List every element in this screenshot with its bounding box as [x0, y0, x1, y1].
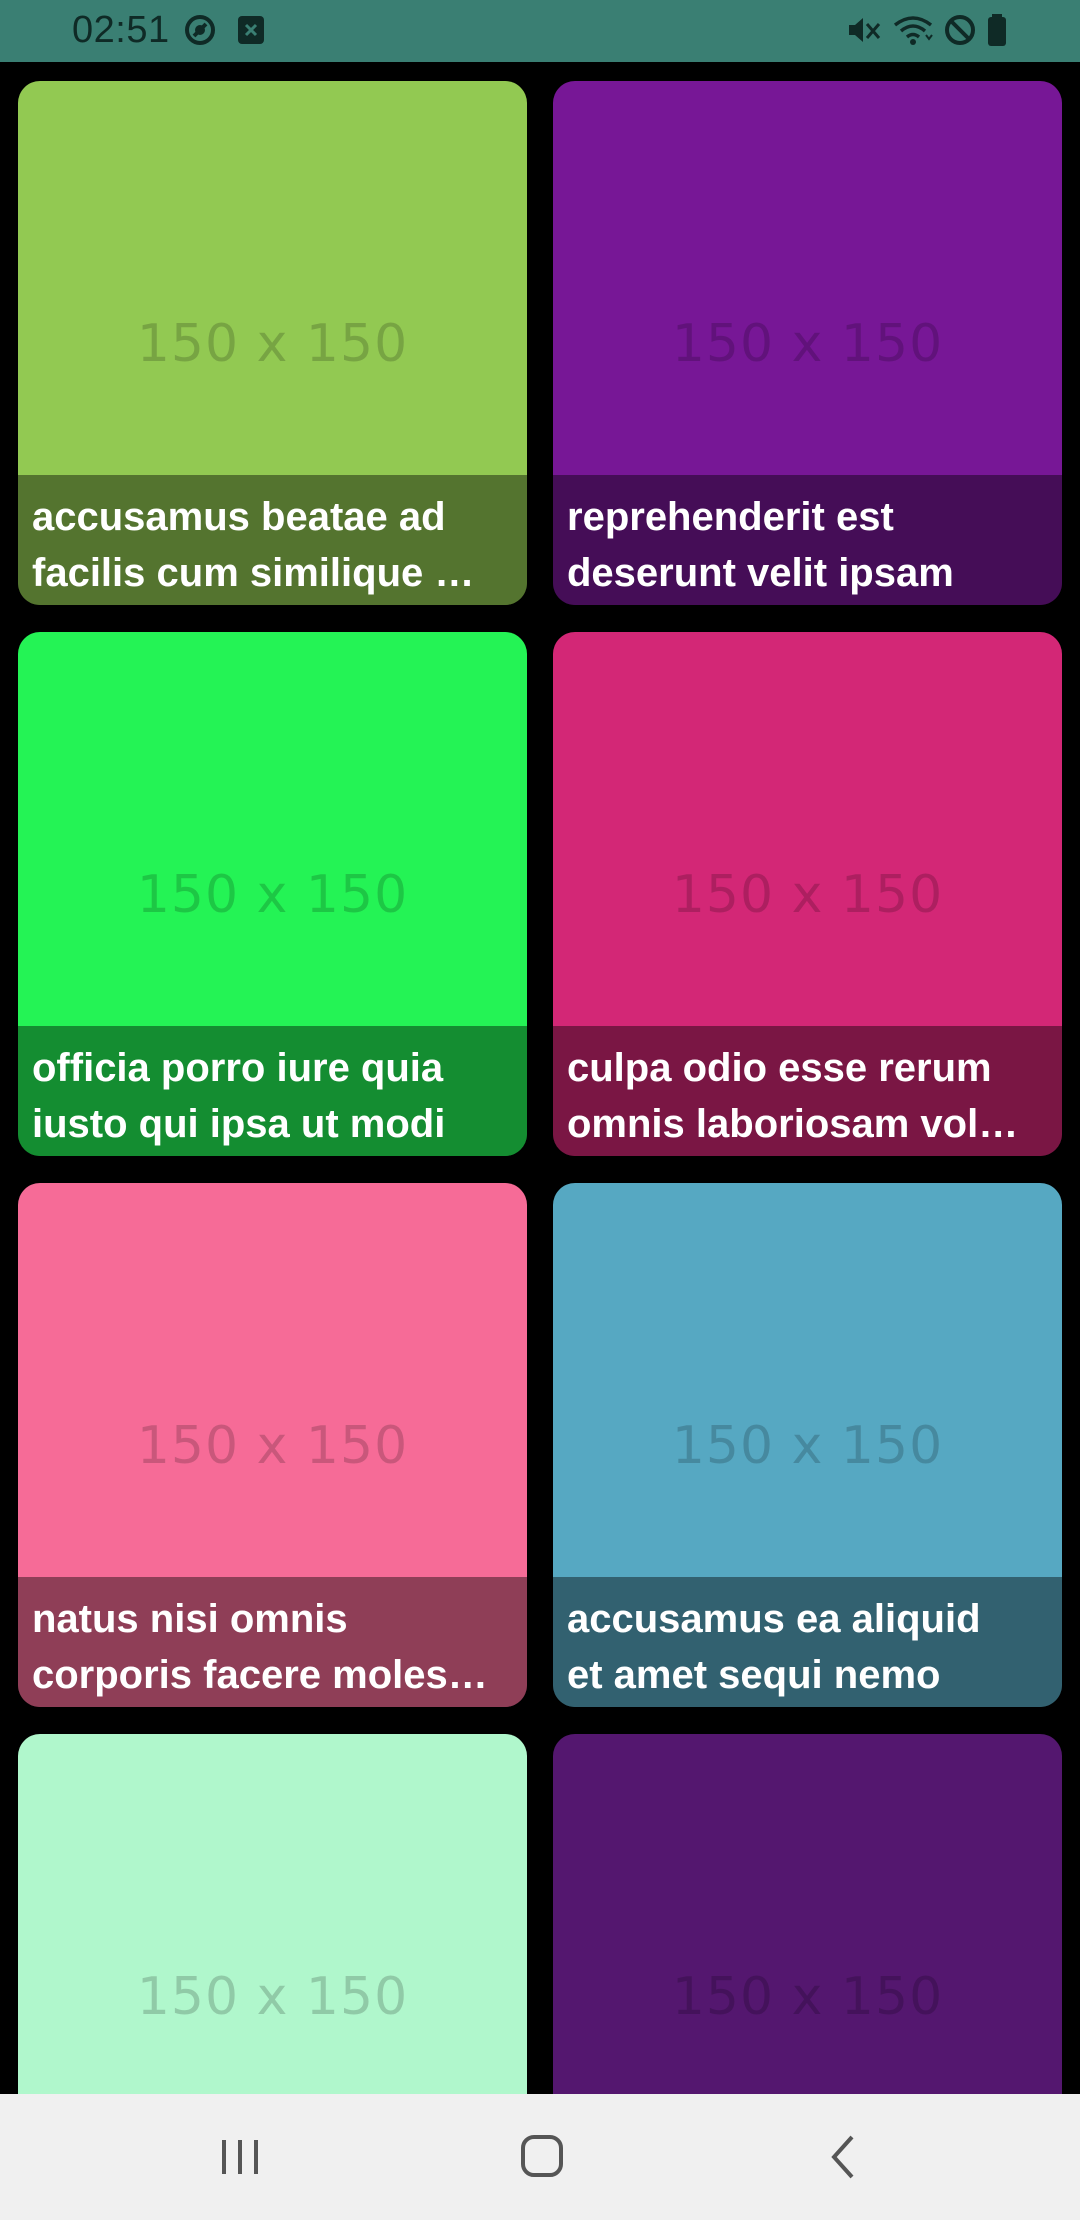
- photo-card[interactable]: 150 x 150: [18, 1734, 527, 2094]
- do-not-disturb-icon: [945, 15, 975, 45]
- data-saver-icon: [185, 15, 215, 45]
- photo-caption: natus nisi omnis corporis facere moles…: [18, 1577, 527, 1707]
- caption-line: natus nisi omnis: [32, 1597, 348, 1641]
- photo-caption: officia porro iure quia iusto qui ipsa u…: [18, 1026, 527, 1156]
- status-bar: 02:51: [0, 0, 1080, 62]
- placeholder-label: 150 x 150: [671, 1416, 944, 1476]
- recent-apps-icon[interactable]: [200, 2124, 280, 2190]
- photo-card[interactable]: 150 x 150: [553, 1734, 1062, 2094]
- photo-caption: reprehenderit est deserunt velit ipsam: [553, 475, 1062, 605]
- photo-card[interactable]: 150 x 150 accusamus ea aliquid et amet s…: [553, 1183, 1062, 1707]
- wifi-icon: [893, 16, 933, 45]
- photo-grid[interactable]: 150 x 150 accusamus beatae ad facilis cu…: [0, 62, 1080, 2094]
- placeholder-label: 150 x 150: [136, 1967, 409, 2027]
- back-icon[interactable]: [804, 2124, 884, 2190]
- photo-card[interactable]: 150 x 150 reprehenderit est deserunt vel…: [553, 81, 1062, 605]
- app-screen: 02:51 150 x 150 accusamus beatae ad faci…: [0, 0, 1080, 2220]
- status-time: 02:51: [72, 9, 170, 51]
- caption-line: reprehenderit est: [567, 495, 894, 539]
- caption-line: omnis laboriosam vol…: [567, 1102, 1019, 1146]
- caption-line: accusamus ea aliquid: [567, 1597, 981, 1641]
- placeholder-label: 150 x 150: [671, 314, 944, 374]
- photo-card[interactable]: 150 x 150 natus nisi omnis corporis face…: [18, 1183, 527, 1707]
- caption-line: deserunt velit ipsam: [567, 551, 954, 595]
- caption-line: corporis facere moles…: [32, 1653, 488, 1697]
- photo-thumbnail: 150 x 150: [553, 1734, 1062, 2094]
- photo-card[interactable]: 150 x 150 officia porro iure quia iusto …: [18, 632, 527, 1156]
- photo-caption: culpa odio esse rerum omnis laboriosam v…: [553, 1026, 1062, 1156]
- placeholder-label: 150 x 150: [671, 865, 944, 925]
- battery-icon: [988, 14, 1006, 46]
- caption-line: accusamus beatae ad: [32, 495, 446, 539]
- photo-caption: accusamus beatae ad facilis cum similiqu…: [18, 475, 527, 605]
- placeholder-label: 150 x 150: [671, 1967, 944, 2027]
- mute-icon: [849, 18, 881, 42]
- navigation-bar: [0, 2094, 1080, 2220]
- caption-line: iusto qui ipsa ut modi: [32, 1102, 446, 1146]
- no-sim-notification-icon: [238, 16, 264, 44]
- placeholder-label: 150 x 150: [136, 865, 409, 925]
- photo-card[interactable]: 150 x 150 accusamus beatae ad facilis cu…: [18, 81, 527, 605]
- caption-line: culpa odio esse rerum: [567, 1046, 992, 1090]
- photo-thumbnail: 150 x 150: [18, 1734, 527, 2094]
- caption-line: facilis cum similique …: [32, 551, 475, 595]
- photo-caption: accusamus ea aliquid et amet sequi nemo: [553, 1577, 1062, 1707]
- photo-card[interactable]: 150 x 150 culpa odio esse rerum omnis la…: [553, 632, 1062, 1156]
- caption-line: officia porro iure quia: [32, 1046, 444, 1090]
- placeholder-label: 150 x 150: [136, 1416, 409, 1476]
- caption-line: et amet sequi nemo: [567, 1653, 941, 1697]
- home-icon[interactable]: [502, 2124, 582, 2190]
- placeholder-label: 150 x 150: [136, 314, 409, 374]
